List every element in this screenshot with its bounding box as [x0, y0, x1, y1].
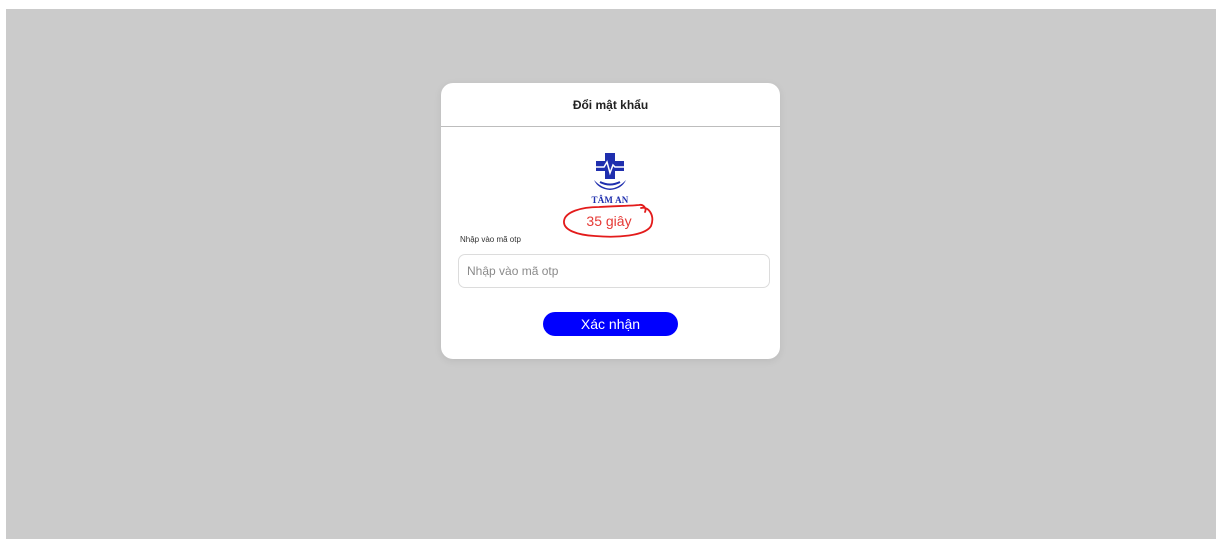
modal-header: Đổi mật khẩu	[441, 83, 780, 127]
countdown-annotation: 35 giây	[559, 202, 659, 240]
otp-label: Nhập vào mã otp	[460, 235, 521, 244]
logo: TÂM AN	[586, 151, 634, 207]
confirm-button[interactable]: Xác nhận	[543, 312, 678, 336]
change-password-modal: Đổi mật khẩu TÂM AN 35 giây Nhập vào mã …	[441, 83, 780, 359]
modal-title: Đổi mật khẩu	[572, 97, 649, 112]
countdown-timer: 35 giây	[586, 213, 632, 229]
medical-cross-hand-logo-icon	[594, 153, 626, 190]
otp-input[interactable]	[458, 254, 770, 288]
